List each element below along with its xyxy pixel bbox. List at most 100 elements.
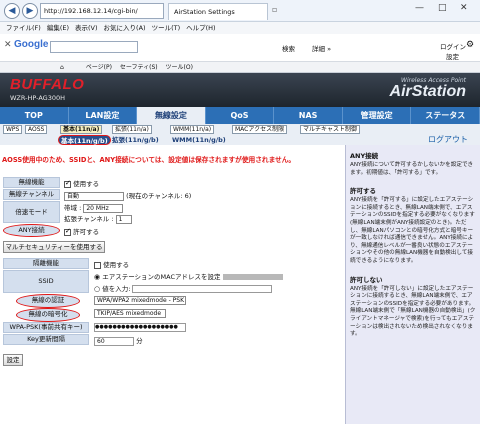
apply-button[interactable]: 設定 xyxy=(3,354,23,366)
any-connect-checkbox[interactable] xyxy=(64,227,71,236)
stealth-field: 使用する xyxy=(94,259,130,269)
router-header: BUFFALO WZR-HP-AG300H Wireless Access Po… xyxy=(0,73,480,107)
ssid-mac-radio[interactable]: ◉ xyxy=(94,273,100,281)
key-interval-field: 60 分 xyxy=(94,335,143,346)
subtab-wps[interactable]: WPS xyxy=(3,125,23,134)
auth-select[interactable]: WPA/WPA2 mixedmode - PSK xyxy=(94,296,186,305)
ssid-input[interactable] xyxy=(132,285,273,293)
tab-lan[interactable]: LAN設定 xyxy=(69,107,138,124)
maximize-icon[interactable]: □ xyxy=(438,3,447,13)
wrench-icon[interactable]: ⚙ xyxy=(466,40,474,50)
tab-admin[interactable]: 管理設定 xyxy=(343,107,412,124)
key-interval-label: Key更新間隔 xyxy=(3,334,89,345)
cmd-page[interactable]: ページ(P) xyxy=(86,64,112,71)
subtab-ext-na[interactable]: 拡張(11n/a) xyxy=(112,125,152,134)
ext-channel-label: 拡張チャンネル : xyxy=(64,215,114,223)
google-toolbar: ✕ Google 検索 詳細 » ログイン 設定 ⚙ xyxy=(0,34,480,62)
stealth-value: 使用する xyxy=(103,261,130,269)
help-title: ANY接続 xyxy=(350,152,379,160)
menu-favorites[interactable]: お気に入り(A) xyxy=(104,24,146,32)
close-toolbar-icon[interactable]: ✕ xyxy=(4,40,12,50)
ssid-option-mac: ◉ エアステーションのMACアドレスを設定 xyxy=(94,271,283,281)
address-bar[interactable]: http://192.168.12.14/cgi-bin/ xyxy=(40,3,164,19)
bandwidth-field: 帯域 : 20 MHz xyxy=(64,202,124,213)
close-icon[interactable]: ✕ xyxy=(460,3,468,13)
logout-link[interactable]: ログアウト xyxy=(428,134,468,145)
google-search-input[interactable] xyxy=(50,41,138,53)
new-tab-icon[interactable]: ▫ xyxy=(272,5,277,14)
bandwidth-select[interactable]: 20 MHz xyxy=(83,203,124,213)
subtab-mac-filter[interactable]: MACアクセス制限 xyxy=(232,125,288,134)
menu-file[interactable]: ファイル(F) xyxy=(6,24,41,32)
subtabs-row1: WPS AOSS 基本(11n/a) 拡張(11n/a) WMM(11n/a) … xyxy=(0,124,480,135)
subtab-wmm-ngb[interactable]: WMM(11n/g/b) xyxy=(170,135,228,145)
tab-qos[interactable]: QoS xyxy=(206,107,275,124)
menu-help[interactable]: ヘルプ(H) xyxy=(186,24,215,32)
back-icon[interactable]: ◀ xyxy=(4,3,20,19)
subtab-basic-ngb[interactable]: 基本(11n/g/b) xyxy=(58,135,111,145)
channel-select[interactable]: 自動 xyxy=(64,191,124,201)
wireless-func-label: 無線機能 xyxy=(3,177,60,188)
airstation-logo: AirStation xyxy=(389,83,466,100)
subtab-aoss[interactable]: AOSS xyxy=(25,125,48,134)
enc-label: 無線の暗号化 xyxy=(16,308,80,322)
tab-nas[interactable]: NAS xyxy=(274,107,343,124)
key-interval-input[interactable]: 60 xyxy=(94,337,134,346)
login-link[interactable]: ログイン xyxy=(440,41,466,51)
buffalo-logo: BUFFALO xyxy=(10,76,85,93)
any-connect-label: ANY接続 xyxy=(3,224,60,237)
main-nav: TOP LAN設定 無線設定 QoS NAS 管理設定 ステータス xyxy=(0,107,480,124)
browser-tab[interactable]: AirStation Settings xyxy=(168,3,268,20)
model-name: WZR-HP-AG300H xyxy=(10,94,66,102)
subtab-wmm-na[interactable]: WMM(11n/a) xyxy=(170,125,215,134)
ssid-option-value: ○ 値を入力: xyxy=(94,283,273,293)
enc-select[interactable]: TKIP/AES mixedmode xyxy=(94,309,166,318)
tab-top[interactable]: TOP xyxy=(0,107,69,124)
tab-title: AirStation Settings xyxy=(174,8,235,16)
wireless-func-value: 使用する xyxy=(73,180,100,188)
bandwidth-label: 帯域 : xyxy=(64,204,82,212)
psk-field: ●●●●●●●●●●●●●●●●●●● xyxy=(94,323,186,334)
cmd-tools[interactable]: ツール(O) xyxy=(166,64,193,71)
browser-titlebar: ◀ ▶ http://192.168.12.14/cgi-bin/ AirSta… xyxy=(0,0,480,22)
channel-field: 自動 (現在のチャンネル: 6) xyxy=(64,190,192,201)
ssid-value-radio[interactable]: ○ xyxy=(94,285,100,293)
subtab-multicast[interactable]: マルチキャスト制御 xyxy=(300,125,361,134)
forward-icon[interactable]: ▶ xyxy=(22,3,38,19)
help-allow-text: ANY接続を「許可する」に設定したエアステーションに接続するとき、無線LAN端末… xyxy=(350,197,475,264)
subtab-ext-ngb[interactable]: 拡張(11n/g/b) xyxy=(110,135,161,145)
minimize-icon[interactable]: — xyxy=(415,3,424,13)
more-button[interactable]: 詳細 » xyxy=(312,43,331,53)
any-connect-field: 許可する xyxy=(64,226,100,236)
ext-channel-select[interactable]: 1 xyxy=(115,214,132,224)
help-panel: ANY接続 ANY接続について許可するかしないかを設定できます。初期値は、「許可… xyxy=(345,145,480,424)
settings-link[interactable]: 設定 xyxy=(446,51,459,61)
psk-input[interactable]: ●●●●●●●●●●●●●●●●●●● xyxy=(94,323,186,332)
help-deny-title: 許可しない xyxy=(350,275,383,284)
tab-status[interactable]: ステータス xyxy=(411,107,480,124)
multi-security-button[interactable]: マルチセキュリティーを使用する xyxy=(3,241,105,253)
psk-label: WPA-PSK(事前共有キー) xyxy=(3,322,89,333)
subtab-basic-na[interactable]: 基本(11n/a) xyxy=(60,125,103,134)
ssid-label: SSID xyxy=(3,270,89,293)
command-bar: ⌂ ページ(P) セーフティ(S) ツール(O) xyxy=(0,62,480,73)
channel-label: 無線チャンネル xyxy=(3,189,60,200)
key-interval-unit: 分 xyxy=(136,337,143,345)
enc-field: TKIP/AES mixedmode xyxy=(94,309,166,318)
stealth-checkbox[interactable] xyxy=(94,261,101,269)
cmd-safety[interactable]: セーフティ(S) xyxy=(120,64,158,71)
auth-label: 無線の認証 xyxy=(16,294,80,308)
channel-current: (現在のチャンネル: 6) xyxy=(126,192,192,200)
ssid-option2-text: 値を入力: xyxy=(102,285,131,293)
tab-wireless[interactable]: 無線設定 xyxy=(137,107,206,124)
wireless-func-checkbox[interactable] xyxy=(64,179,71,188)
menu-bar: ファイル(F) 編集(E) 表示(V) お気に入り(A) ツール(T) ヘルプ(H) xyxy=(0,22,480,34)
ext-channel-field: 拡張チャンネル : 1 xyxy=(64,213,132,224)
menu-edit[interactable]: 編集(E) xyxy=(47,24,69,32)
menu-tools[interactable]: ツール(T) xyxy=(152,24,181,32)
help-allow-title: 許可する xyxy=(350,187,376,196)
home-icon[interactable]: ⌂ xyxy=(60,64,64,71)
search-button[interactable]: 検索 xyxy=(282,43,295,53)
menu-view[interactable]: 表示(V) xyxy=(75,24,98,32)
redacted-mac xyxy=(222,274,283,280)
